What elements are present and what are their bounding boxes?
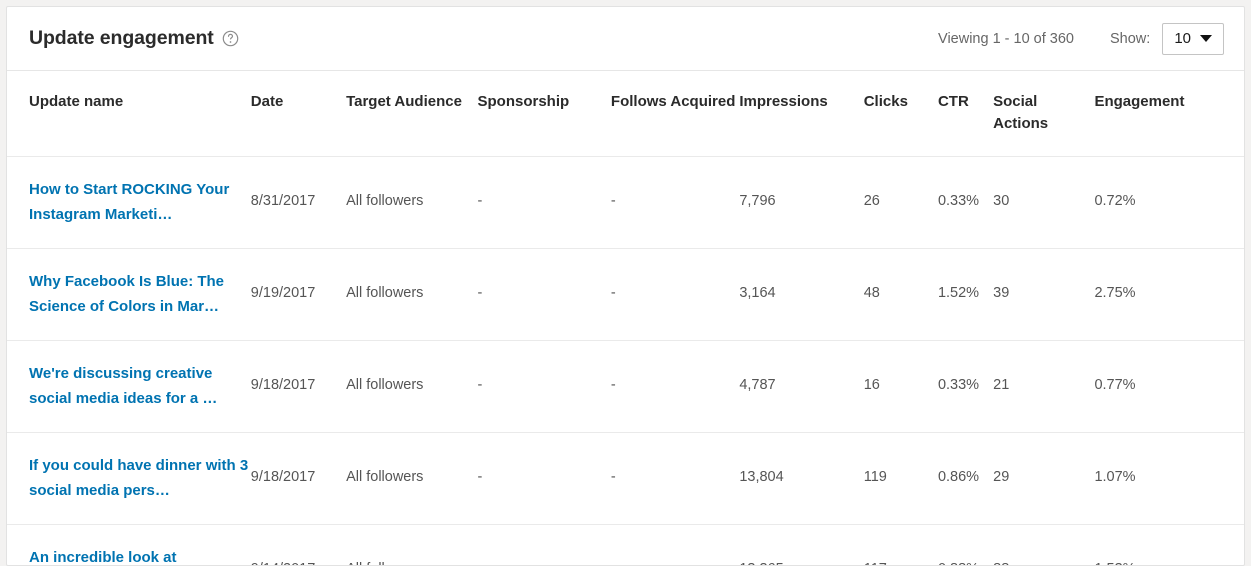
column-header-date[interactable]: Date: [251, 71, 346, 156]
column-header-clicks[interactable]: Clicks: [864, 71, 938, 156]
cell-target-audience: All followers: [346, 432, 477, 524]
cell-social-actions: 39: [993, 248, 1094, 340]
cell-follows-acquired: -: [611, 156, 739, 248]
cell-sponsorship: -: [478, 248, 611, 340]
update-name-link[interactable]: An incredible look at Instagram Stories …: [29, 545, 251, 566]
cell-impressions: 13,365: [739, 524, 863, 566]
cell-follows-acquired: -: [611, 340, 739, 432]
cell-target-audience: All followers: [346, 340, 477, 432]
page-size-value: 10: [1174, 30, 1191, 47]
cell-follows-acquired: -: [611, 248, 739, 340]
table-row: An incredible look at Instagram Stories …: [7, 524, 1244, 566]
column-header-sponsorship[interactable]: Sponsorship: [478, 71, 611, 156]
column-header-update-name[interactable]: Update name: [7, 71, 251, 156]
cell-update-name: An incredible look at Instagram Stories …: [7, 524, 251, 566]
cell-ctr: 0.86%: [938, 432, 993, 524]
table-row: Why Facebook Is Blue: The Science of Col…: [7, 248, 1244, 340]
cell-target-audience: All followers: [346, 248, 477, 340]
cell-target-audience: All followers: [346, 156, 477, 248]
cell-ctr: 0.33%: [938, 340, 993, 432]
cell-engagement: 2.75%: [1094, 248, 1244, 340]
cell-date: 9/19/2017: [251, 248, 346, 340]
cell-ctr: 0.33%: [938, 156, 993, 248]
table-row: How to Start ROCKING Your Instagram Mark…: [7, 156, 1244, 248]
column-header-impressions[interactable]: Impressions: [739, 71, 863, 156]
page-title: Update engagement: [29, 27, 214, 50]
cell-impressions: 3,164: [739, 248, 863, 340]
cell-sponsorship: -: [478, 156, 611, 248]
show-label: Show:: [1110, 31, 1150, 47]
cell-social-actions: 88: [993, 524, 1094, 566]
card-header: Update engagement Viewing 1 - 10 of 360 …: [7, 7, 1244, 71]
table-body: How to Start ROCKING Your Instagram Mark…: [7, 156, 1244, 566]
column-header-target-audience[interactable]: Target Audience: [346, 71, 477, 156]
update-name-link[interactable]: We're discussing creative social media i…: [29, 361, 251, 412]
cell-update-name: Why Facebook Is Blue: The Science of Col…: [7, 248, 251, 340]
question-circle-icon[interactable]: [222, 30, 239, 47]
cell-clicks: 48: [864, 248, 938, 340]
cell-clicks: 119: [864, 432, 938, 524]
header-controls: Viewing 1 - 10 of 360 Show: 10: [938, 23, 1224, 55]
column-header-ctr[interactable]: CTR: [938, 71, 993, 156]
cell-social-actions: 30: [993, 156, 1094, 248]
cell-impressions: 7,796: [739, 156, 863, 248]
update-engagement-table: Update name Date Target Audience Sponsor…: [7, 71, 1244, 566]
cell-clicks: 16: [864, 340, 938, 432]
cell-sponsorship: -: [478, 340, 611, 432]
cell-date: 9/18/2017: [251, 432, 346, 524]
table-header-row: Update name Date Target Audience Sponsor…: [7, 71, 1244, 156]
cell-ctr: 1.52%: [938, 248, 993, 340]
cell-impressions: 13,804: [739, 432, 863, 524]
header-title-group: Update engagement: [29, 27, 938, 50]
cell-date: 9/18/2017: [251, 340, 346, 432]
cell-ctr: 0.88%: [938, 524, 993, 566]
page-size-select[interactable]: 10: [1162, 23, 1224, 55]
cell-follows-acquired: -: [611, 524, 739, 566]
cell-engagement: 0.72%: [1094, 156, 1244, 248]
cell-social-actions: 29: [993, 432, 1094, 524]
cell-date: 8/31/2017: [251, 156, 346, 248]
cell-impressions: 4,787: [739, 340, 863, 432]
cell-update-name: How to Start ROCKING Your Instagram Mark…: [7, 156, 251, 248]
cell-update-name: We're discussing creative social media i…: [7, 340, 251, 432]
cell-update-name: If you could have dinner with 3 social m…: [7, 432, 251, 524]
cell-engagement: 0.77%: [1094, 340, 1244, 432]
cell-target-audience: All followers: [346, 524, 477, 566]
viewing-range-text: Viewing 1 - 10 of 360: [938, 31, 1074, 47]
cell-date: 9/14/2017: [251, 524, 346, 566]
update-name-link[interactable]: Why Facebook Is Blue: The Science of Col…: [29, 269, 251, 320]
update-engagement-card: Update engagement Viewing 1 - 10 of 360 …: [6, 6, 1245, 566]
cell-engagement: 1.07%: [1094, 432, 1244, 524]
column-header-follows-acquired[interactable]: Follows Acquired: [611, 71, 739, 156]
cell-follows-acquired: -: [611, 432, 739, 524]
cell-clicks: 26: [864, 156, 938, 248]
column-header-social-actions[interactable]: Social Actions: [993, 71, 1094, 156]
cell-sponsorship: -: [478, 432, 611, 524]
cell-clicks: 117: [864, 524, 938, 566]
table-row: If you could have dinner with 3 social m…: [7, 432, 1244, 524]
chevron-down-icon: [1200, 35, 1212, 42]
table-header: Update name Date Target Audience Sponsor…: [7, 71, 1244, 156]
update-name-link[interactable]: If you could have dinner with 3 social m…: [29, 453, 251, 504]
cell-social-actions: 21: [993, 340, 1094, 432]
update-name-link[interactable]: How to Start ROCKING Your Instagram Mark…: [29, 177, 251, 228]
cell-engagement: 1.53%: [1094, 524, 1244, 566]
table-row: We're discussing creative social media i…: [7, 340, 1244, 432]
column-header-engagement[interactable]: Engagement: [1094, 71, 1244, 156]
cell-sponsorship: -: [478, 524, 611, 566]
